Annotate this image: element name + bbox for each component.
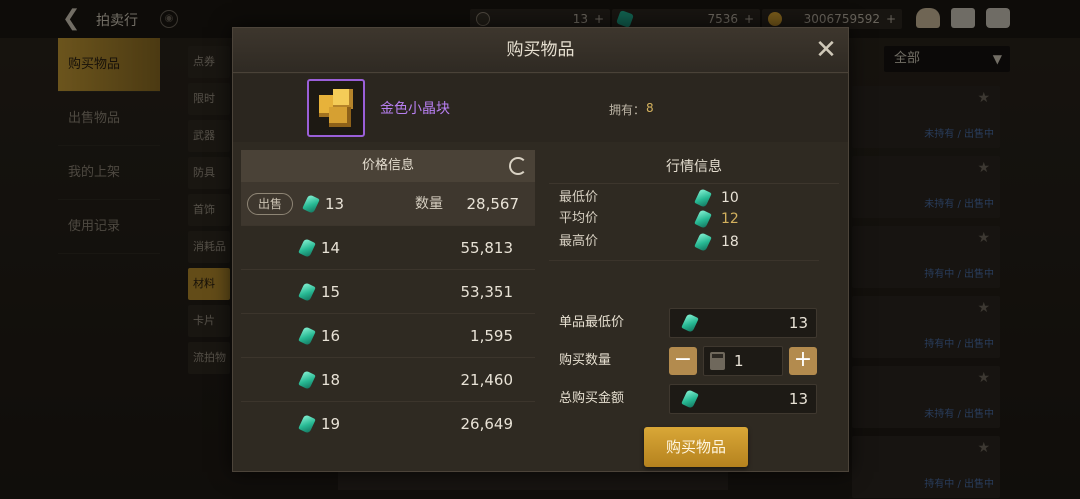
quantity-value: 55,813 [460,239,514,257]
unit-price-row: 单品最低价 13 [559,308,841,338]
gem-icon [298,238,316,258]
dialog-header: 购买物品 ✕ [233,28,848,73]
price-info-panel: 价格信息 出售 13 数量 28,567 14 55,813 15 53,351… [241,150,535,466]
price-value: 16 [321,327,341,345]
price-row[interactable]: 14 55,813 [241,226,535,270]
gem-icon [302,194,320,214]
quantity-value: 21,460 [460,371,514,389]
market-info-panel: 行情信息 最低价 10 平均价 12 最高价 18 单品最低价 13 购买数量 … [549,150,841,467]
price-row[interactable]: 18 21,460 [241,358,535,402]
price-info-header: 价格信息 [241,150,535,182]
gem-icon [694,209,712,229]
calculator-icon[interactable] [710,352,725,370]
gem-icon [298,414,316,434]
price-row[interactable]: 出售 13 数量 28,567 [241,182,535,226]
total-label: 总购买金额 [559,391,625,406]
market-row: 最高价 18 [559,231,829,253]
decrease-quantity-button[interactable]: − [669,347,697,375]
total-value: 13 [788,390,808,408]
quantity-label: 数量 [415,196,443,212]
price-row[interactable]: 19 26,649 [241,402,535,446]
market-label: 平均价 [559,211,599,226]
quantity-value: 26,649 [460,415,514,433]
quantity-label: 购买数量 [559,353,612,368]
gem-icon [298,326,316,346]
total-field: 13 [669,384,817,414]
unit-price-field: 13 [669,308,817,338]
price-value: 19 [321,415,341,433]
quantity-input[interactable]: 1 [703,346,783,376]
price-row[interactable]: 15 53,351 [241,270,535,314]
market-row: 最低价 10 [559,187,829,209]
owned-label: 拥有： [609,103,646,117]
gem-icon [681,313,699,333]
quantity-row: 购买数量 − 1 + [559,346,841,376]
market-info-title: 行情信息 [549,150,839,184]
price-value: 15 [321,283,341,301]
dialog-title: 购买物品 [506,40,575,60]
close-button[interactable]: ✕ [814,37,838,63]
price-row[interactable]: 16 1,595 [241,314,535,358]
gem-icon [681,389,699,409]
market-label: 最低价 [559,190,599,205]
sell-tag: 出售 [247,193,293,215]
unit-price-value: 13 [788,314,808,332]
market-row: 平均价 12 [559,208,829,230]
quantity-value: 53,351 [460,283,514,301]
gem-icon [694,188,712,208]
market-label: 最高价 [559,234,599,249]
buy-button[interactable]: 购买物品 [644,427,748,467]
gem-icon [298,282,316,302]
divider [549,260,819,261]
quantity-value: 1 [734,352,744,370]
total-row: 总购买金额 13 [559,384,841,414]
gem-icon [298,370,316,390]
owned-value: 8 [646,101,654,115]
refresh-icon[interactable] [509,157,527,175]
price-value: 14 [321,239,341,257]
price-info-title: 价格信息 [361,158,414,173]
quantity-value: 28,567 [466,195,520,213]
gold-crystal-item-icon[interactable] [307,79,365,137]
price-value: 13 [325,195,345,213]
unit-price-label: 单品最低价 [559,315,625,330]
market-value: 18 [721,234,739,250]
gem-icon [694,232,712,252]
price-value: 18 [321,371,341,389]
buy-dialog: 购买物品 ✕ 金色小晶块 拥有： 8 价格信息 出售 13 数量 28,567 … [232,27,849,472]
item-summary: 金色小晶块 拥有： 8 [233,74,848,142]
quantity-value: 1,595 [470,327,513,345]
increase-quantity-button[interactable]: + [789,347,817,375]
market-value: 10 [721,190,739,206]
item-name: 金色小晶块 [380,101,450,117]
market-value: 12 [721,211,739,227]
